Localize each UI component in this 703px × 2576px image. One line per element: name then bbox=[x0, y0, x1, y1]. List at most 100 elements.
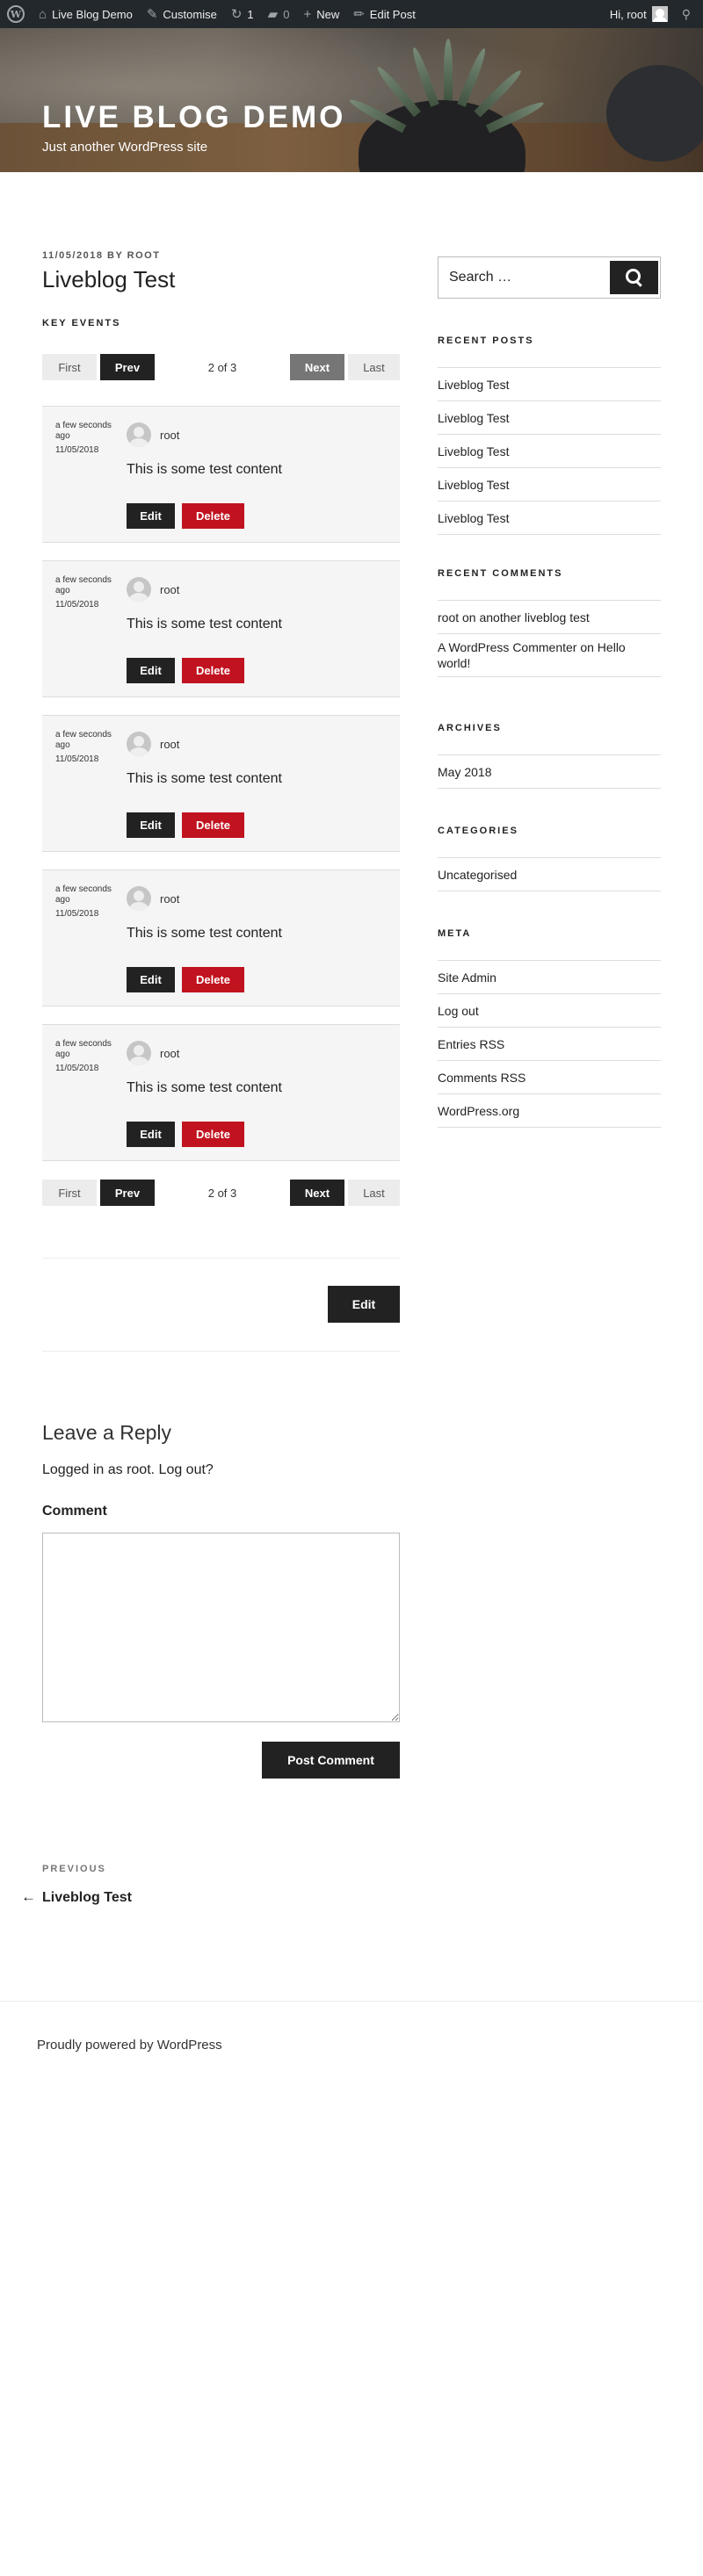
entry-content: This is some test content bbox=[127, 462, 282, 477]
site-name-menu[interactable]: ⌂ Live Blog Demo bbox=[32, 0, 140, 28]
comments-link[interactable]: ▰ 0 bbox=[261, 0, 297, 28]
pager-prev-button[interactable]: Prev bbox=[100, 354, 155, 380]
recent-post-link[interactable]: Liveblog Test bbox=[438, 467, 661, 501]
recent-comment-item[interactable]: root on another liveblog test bbox=[438, 600, 661, 633]
post-edit-button[interactable]: Edit bbox=[328, 1286, 400, 1323]
archives-title: ARCHIVES bbox=[438, 723, 502, 733]
entry-edit-button[interactable]: Edit bbox=[127, 1122, 175, 1147]
entry-author: root bbox=[160, 429, 180, 442]
entry-time: a few seconds ago bbox=[55, 730, 112, 750]
entry-date: 11/05/2018 bbox=[55, 600, 99, 610]
entry-edit-button[interactable]: Edit bbox=[127, 658, 175, 683]
entry-author: root bbox=[160, 892, 180, 906]
wordpress-logo-menu[interactable]: W bbox=[0, 0, 32, 28]
search-icon bbox=[625, 269, 643, 286]
updates-link[interactable]: ↻ 1 bbox=[224, 0, 261, 28]
meta-link-comments-rss[interactable]: Comments RSS bbox=[438, 1060, 661, 1093]
pencil-icon: ✏ bbox=[353, 7, 365, 22]
meta-link-log-out[interactable]: Log out bbox=[438, 993, 661, 1027]
plus-icon: + bbox=[303, 6, 312, 22]
liveblog-pager-top: First Prev 2 of 3 Next Last bbox=[42, 354, 400, 382]
entry-edit-button[interactable]: Edit bbox=[127, 967, 175, 992]
comment-textarea[interactable] bbox=[42, 1533, 400, 1722]
recent-comments-title: RECENT COMMENTS bbox=[438, 568, 563, 579]
entry-delete-button[interactable]: Delete bbox=[182, 503, 244, 529]
key-events-heading: KEY EVENTS bbox=[42, 318, 121, 328]
pager-first-button[interactable]: First bbox=[42, 1180, 97, 1206]
post-comment-button[interactable]: Post Comment bbox=[262, 1742, 400, 1779]
entry-content: This is some test content bbox=[127, 1080, 282, 1095]
entry-edit-button[interactable]: Edit bbox=[127, 812, 175, 838]
entry-date: 11/05/2018 bbox=[55, 1064, 99, 1073]
entry-content: This is some test content bbox=[127, 926, 282, 941]
liveblog-entry: a few seconds ago 11/05/2018 root This i… bbox=[42, 869, 400, 1007]
recent-post-link[interactable]: Liveblog Test bbox=[438, 434, 661, 467]
meta-link-wordpress-org[interactable]: WordPress.org bbox=[438, 1093, 661, 1128]
entry-time: a few seconds ago bbox=[55, 575, 112, 595]
entry-content: This is some test content bbox=[127, 771, 282, 786]
liveblog-pager-bottom: First Prev 2 of 3 Next Last bbox=[42, 1180, 400, 1208]
search-form bbox=[438, 256, 661, 299]
arrow-left-icon: ← bbox=[21, 1888, 36, 1905]
pager-next-button[interactable]: Next bbox=[290, 1180, 344, 1206]
customise-link[interactable]: ✎ Customise bbox=[140, 0, 224, 28]
entry-delete-button[interactable]: Delete bbox=[182, 658, 244, 683]
meta-list: Site Admin Log out Entries RSS Comments … bbox=[438, 960, 661, 1128]
entry-date: 11/05/2018 bbox=[55, 445, 99, 455]
previous-post-label: PREVIOUS bbox=[42, 1864, 106, 1874]
search-button[interactable] bbox=[610, 261, 658, 294]
categories-list: Uncategorised bbox=[438, 857, 661, 891]
recent-posts-list: Liveblog Test Liveblog Test Liveblog Tes… bbox=[438, 367, 661, 535]
pager-next-button[interactable]: Next bbox=[290, 354, 344, 380]
entry-delete-button[interactable]: Delete bbox=[182, 967, 244, 992]
user-avatar-icon bbox=[651, 6, 668, 22]
pager-last-button[interactable]: Last bbox=[348, 354, 400, 380]
entry-author: root bbox=[160, 738, 180, 751]
liveblog-entry: a few seconds ago 11/05/2018 root This i… bbox=[42, 1024, 400, 1161]
recent-posts-title: RECENT POSTS bbox=[438, 336, 534, 346]
home-icon: ⌂ bbox=[39, 6, 47, 22]
site-title[interactable]: LIVE BLOG DEMO bbox=[42, 100, 345, 135]
new-label: New bbox=[316, 7, 340, 21]
entry-delete-button[interactable]: Delete bbox=[182, 1122, 244, 1147]
entry-content: This is some test content bbox=[127, 617, 282, 631]
reply-title: Leave a Reply bbox=[42, 1421, 172, 1444]
recent-post-link[interactable]: Liveblog Test bbox=[438, 367, 661, 400]
categories-title: CATEGORIES bbox=[438, 826, 518, 836]
previous-post-link[interactable]: Liveblog Test bbox=[42, 1890, 132, 1906]
pager-count: 2 of 3 bbox=[207, 1186, 237, 1200]
entry-delete-button[interactable]: Delete bbox=[182, 812, 244, 838]
pager-count: 2 of 3 bbox=[207, 360, 237, 374]
logged-in-as-text[interactable]: Logged in as root. Log out? bbox=[42, 1462, 214, 1478]
search-input[interactable] bbox=[438, 257, 605, 298]
my-account-menu[interactable]: Hi, root bbox=[603, 0, 675, 28]
archive-link[interactable]: May 2018 bbox=[438, 754, 661, 789]
entry-edit-button[interactable]: Edit bbox=[127, 503, 175, 529]
entry-author: root bbox=[160, 1047, 180, 1060]
meta-link-entries-rss[interactable]: Entries RSS bbox=[438, 1027, 661, 1060]
comment-icon: ▰ bbox=[267, 7, 279, 22]
pager-last-button[interactable]: Last bbox=[348, 1180, 400, 1206]
entry-date: 11/05/2018 bbox=[55, 909, 99, 919]
recent-post-link[interactable]: Liveblog Test bbox=[438, 501, 661, 535]
pager-prev-button[interactable]: Prev bbox=[100, 1180, 155, 1206]
entry-time: a few seconds ago bbox=[55, 1039, 112, 1059]
meta-title: META bbox=[438, 928, 472, 939]
entry-time: a few seconds ago bbox=[55, 884, 112, 905]
recent-post-link[interactable]: Liveblog Test bbox=[438, 400, 661, 434]
edit-post-link[interactable]: ✏ Edit Post bbox=[346, 0, 423, 28]
admin-search-toggle[interactable]: ⚲ bbox=[675, 0, 703, 28]
post-meta: 11/05/2018 BY ROOT bbox=[42, 250, 161, 261]
entry-date: 11/05/2018 bbox=[55, 754, 99, 764]
powered-by-link[interactable]: Proudly powered by WordPress bbox=[37, 2038, 222, 2053]
meta-link-site-admin[interactable]: Site Admin bbox=[438, 960, 661, 993]
category-link[interactable]: Uncategorised bbox=[438, 857, 661, 891]
author-avatar-icon bbox=[127, 1041, 151, 1065]
liveblog-entry: a few seconds ago 11/05/2018 root This i… bbox=[42, 560, 400, 697]
recent-comment-item[interactable]: A WordPress Commenter on Hello world! bbox=[438, 633, 661, 677]
greeting-label: Hi, root bbox=[609, 7, 647, 21]
divider bbox=[42, 1258, 400, 1259]
new-content-menu[interactable]: + New bbox=[296, 0, 346, 28]
author-avatar-icon bbox=[127, 886, 151, 911]
pager-first-button[interactable]: First bbox=[42, 354, 97, 380]
